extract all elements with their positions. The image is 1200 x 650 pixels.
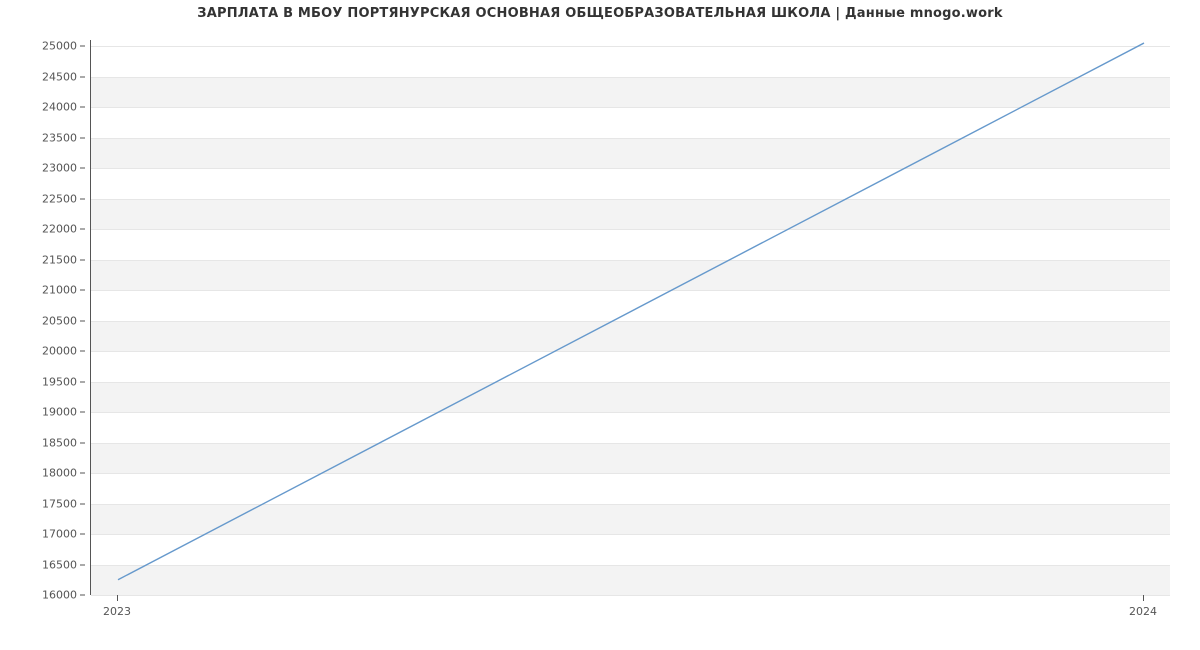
y-tick-label: 25000 <box>42 40 77 53</box>
y-tick-label: 18500 <box>42 436 77 449</box>
y-tick-label: 22000 <box>42 223 77 236</box>
y-tick-label: 17500 <box>42 497 77 510</box>
plot-area <box>90 40 1170 595</box>
y-tick-label: 17000 <box>42 528 77 541</box>
y-tick-label: 20500 <box>42 314 77 327</box>
y-tick-label: 21000 <box>42 284 77 297</box>
x-tick-label: 2024 <box>1129 605 1157 618</box>
y-tick-label: 23000 <box>42 162 77 175</box>
chart-container: ЗАРПЛАТА В МБОУ ПОРТЯНУРСКАЯ ОСНОВНАЯ ОБ… <box>0 0 1200 650</box>
y-tick-label: 23500 <box>42 131 77 144</box>
y-tick-label: 24000 <box>42 101 77 114</box>
y-tick-label: 16500 <box>42 558 77 571</box>
y-tick-label: 22500 <box>42 192 77 205</box>
y-tick-label: 21500 <box>42 253 77 266</box>
x-tick-label: 2023 <box>103 605 131 618</box>
y-tick-label: 19500 <box>42 375 77 388</box>
series-line <box>118 43 1144 580</box>
y-tick-label: 20000 <box>42 345 77 358</box>
y-tick-label: 19000 <box>42 406 77 419</box>
y-axis-ticks: 1600016500170001750018000185001900019500… <box>0 40 85 595</box>
chart-title: ЗАРПЛАТА В МБОУ ПОРТЯНУРСКАЯ ОСНОВНАЯ ОБ… <box>0 6 1200 21</box>
y-tick-label: 24500 <box>42 70 77 83</box>
line-layer <box>91 40 1170 594</box>
y-tick-label: 18000 <box>42 467 77 480</box>
x-axis-ticks: 2023 2024 <box>90 595 1170 625</box>
y-tick-label: 16000 <box>42 589 77 602</box>
